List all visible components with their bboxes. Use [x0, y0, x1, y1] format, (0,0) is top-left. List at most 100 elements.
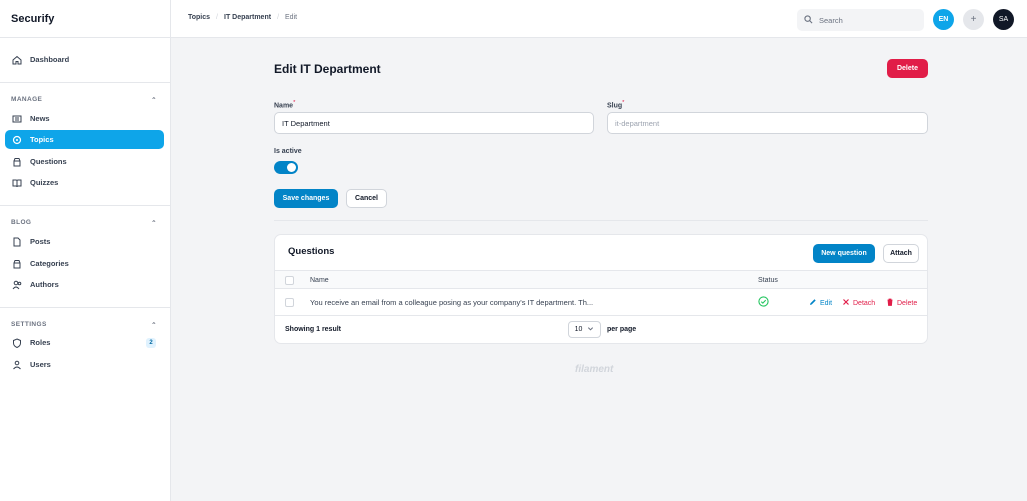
sidebar-item-label: Posts: [30, 237, 51, 246]
name-label: Name*: [274, 100, 295, 109]
cancel-button[interactable]: Cancel: [346, 189, 387, 208]
delete-button[interactable]: Delete: [887, 59, 928, 78]
sidebar-item-dashboard[interactable]: Dashboard: [5, 50, 164, 69]
sidebar: Securify Dashboard MANAGE ⌃ News Topics …: [0, 0, 171, 501]
sidebar-item-topics[interactable]: Topics: [5, 130, 164, 149]
newspaper-icon: [11, 113, 23, 125]
is-active-label: Is active: [274, 148, 302, 155]
attach-button[interactable]: Attach: [883, 244, 919, 263]
book-open-icon: [11, 177, 23, 189]
roles-count-badge: 2: [146, 337, 156, 348]
name-field[interactable]: IT Department: [274, 112, 594, 134]
delete-label: Delete: [897, 299, 918, 307]
save-changes-button[interactable]: Save changes: [274, 189, 338, 208]
section-divider: [274, 220, 928, 221]
sidebar-item-label: Topics: [30, 135, 54, 144]
sidebar-item-label: Categories: [30, 259, 69, 268]
delete-action[interactable]: Delete: [886, 298, 917, 308]
x-mark-icon: [842, 298, 850, 308]
sidebar-item-label: Users: [30, 360, 51, 369]
column-name[interactable]: Name: [310, 277, 329, 284]
sidebar-item-label: Dashboard: [30, 55, 70, 64]
edit-label: Edit: [820, 299, 833, 307]
breadcrumb-separator: /: [277, 14, 280, 21]
pencil-icon: [809, 298, 817, 308]
edit-action[interactable]: Edit: [809, 298, 832, 308]
sidebar-item-users[interactable]: Users: [5, 355, 164, 374]
sidebar-item-label: Questions: [30, 157, 67, 166]
shield-check-icon: [11, 337, 23, 349]
select-all-checkbox[interactable]: [285, 276, 294, 285]
group-manage[interactable]: MANAGE ⌃: [11, 96, 157, 104]
sidebar-item-roles[interactable]: Roles 2: [5, 333, 164, 352]
questions-relation-card: Questions New question Attach Name Statu…: [274, 234, 928, 344]
search-placeholder: Search: [819, 15, 843, 25]
slug-label-text: Slug: [607, 102, 623, 110]
search-input[interactable]: Search: [797, 9, 924, 31]
archive-icon: [11, 258, 23, 270]
detach-action[interactable]: Detach: [842, 298, 875, 308]
sidebar-item-questions[interactable]: Questions: [5, 152, 164, 171]
users-icon: [11, 279, 23, 291]
group-blog[interactable]: BLOG ⌃: [11, 219, 157, 227]
sidebar-item-label: Roles: [30, 338, 51, 347]
check-circle-icon: [758, 296, 769, 309]
sidebar-item-label: Quizzes: [30, 178, 59, 187]
chevron-down-icon: [587, 325, 594, 334]
column-status[interactable]: Status: [758, 277, 778, 284]
group-settings[interactable]: SETTINGS ⌃: [11, 321, 157, 329]
group-label: MANAGE: [11, 96, 43, 103]
chevron-up-icon: ⌃: [151, 97, 157, 104]
table-footer: Showing 1 result 10 per page: [275, 316, 927, 343]
avatar[interactable]: SA: [993, 9, 1014, 30]
table-row[interactable]: You receive an email from a colleague po…: [275, 289, 927, 316]
slug-field[interactable]: it-department: [607, 112, 928, 134]
per-page-label: per page: [607, 326, 637, 333]
sidebar-item-news[interactable]: News: [5, 109, 164, 128]
archive-icon: [11, 156, 23, 168]
results-summary: Showing 1 result: [285, 326, 342, 333]
page-title: Edit IT Department: [274, 62, 381, 76]
is-active-toggle[interactable]: [274, 161, 298, 174]
toggle-knob: [287, 163, 296, 172]
main-content: Edit IT Department Delete Name* IT Depar…: [171, 38, 1027, 501]
required-mark: *: [293, 100, 296, 106]
sidebar-item-categories[interactable]: Categories: [5, 254, 164, 273]
sidebar-divider: [0, 82, 171, 83]
trash-icon: [886, 298, 894, 308]
chevron-up-icon: ⌃: [151, 322, 157, 329]
per-page-select[interactable]: 10: [568, 321, 601, 338]
sidebar-item-authors[interactable]: Authors: [5, 275, 164, 294]
app-brand[interactable]: Securify: [0, 0, 170, 38]
table-header: Name Status: [275, 270, 927, 289]
plus-icon[interactable]: +: [963, 9, 984, 30]
row-checkbox[interactable]: [285, 298, 294, 307]
document-icon: [11, 236, 23, 248]
detach-label: Detach: [853, 299, 876, 307]
language-switch-button[interactable]: EN: [933, 9, 954, 30]
question-name: You receive an email from a colleague po…: [310, 298, 594, 307]
questions-title: Questions: [288, 246, 335, 257]
filament-logo: filament: [575, 364, 614, 375]
name-label-text: Name: [274, 102, 294, 110]
sidebar-item-quizzes[interactable]: Quizzes: [5, 173, 164, 192]
group-label: SETTINGS: [11, 321, 47, 328]
sidebar-divider: [0, 307, 171, 308]
breadcrumb-edit: Edit: [285, 14, 298, 21]
breadcrumb-it-department[interactable]: IT Department: [224, 14, 271, 21]
new-question-button[interactable]: New question: [813, 244, 875, 263]
group-label: BLOG: [11, 219, 32, 226]
breadcrumb-separator: /: [216, 14, 218, 21]
sidebar-item-posts[interactable]: Posts: [5, 232, 164, 251]
required-mark: *: [622, 100, 625, 106]
per-page-value: 10: [574, 326, 583, 333]
breadcrumb-topics[interactable]: Topics: [188, 14, 210, 21]
tag-icon: [11, 134, 23, 146]
slug-label: Slug*: [607, 100, 624, 109]
sidebar-item-label: Authors: [30, 280, 59, 289]
breadcrumb: Topics / IT Department / Edit: [188, 14, 297, 21]
chevron-up-icon: ⌃: [151, 220, 157, 227]
user-group-icon: [11, 359, 23, 371]
home-icon: [11, 54, 23, 66]
sidebar-item-label: News: [30, 114, 50, 123]
